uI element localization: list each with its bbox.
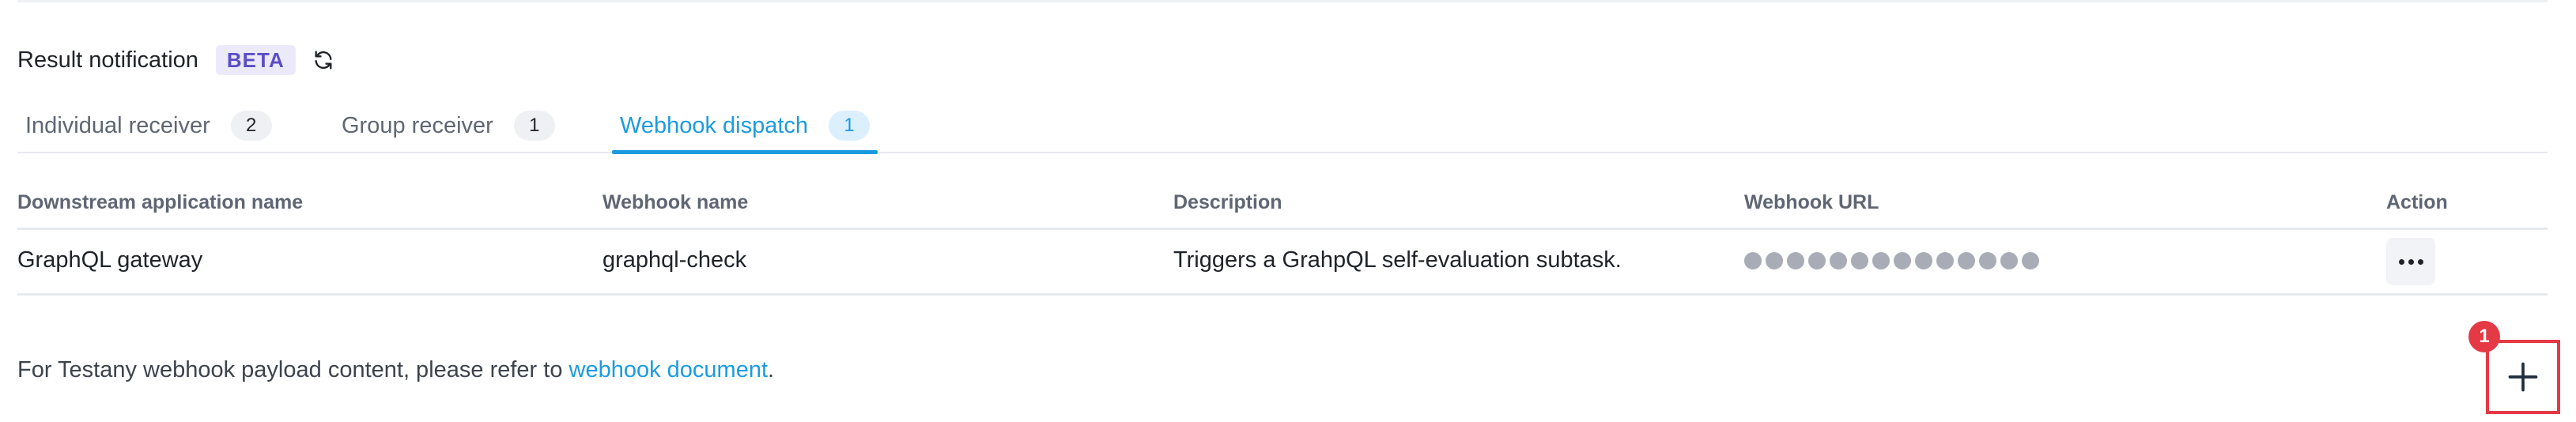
section-header: Result notification BETA: [17, 43, 335, 77]
column-header-action: Action: [2386, 191, 2448, 213]
step-number-badge: 1: [2468, 321, 2500, 352]
more-icon: [2398, 258, 2404, 265]
tab-webhook-dispatch[interactable]: Webhook dispatch 1: [612, 100, 878, 154]
tab-count-badge: 1: [829, 111, 871, 141]
add-webhook-button[interactable]: [2499, 352, 2548, 401]
beta-badge: BETA: [215, 45, 296, 75]
tab-count-badge: 2: [230, 111, 272, 141]
tab-individual-receiver[interactable]: Individual receiver 2: [25, 100, 272, 152]
tab-label: Webhook dispatch: [620, 112, 809, 138]
footer-note: For Testany webhook payload content, ple…: [17, 357, 774, 383]
masked-webhook-url: [1744, 252, 2039, 269]
top-divider: [17, 0, 2548, 2]
tab-group-receiver[interactable]: Group receiver 1: [342, 100, 555, 152]
receiver-tabs: Individual receiver 2 Group receiver 1 W…: [17, 100, 2548, 154]
add-button-highlight: [2486, 340, 2560, 414]
cell-app-name: GraphQL gateway: [17, 247, 203, 273]
column-header-webhook-url: Webhook URL: [1744, 191, 1879, 213]
column-header-description: Description: [1173, 191, 1282, 213]
webhook-document-link[interactable]: webhook document: [569, 357, 769, 382]
footer-text: For Testany webhook payload content, ple…: [17, 357, 569, 382]
footer-period: .: [768, 357, 775, 382]
tab-count-badge: 1: [513, 111, 555, 141]
table-header: Downstream application name Webhook name…: [17, 182, 2548, 230]
table-row: GraphQL gateway graphql-check Triggers a…: [17, 230, 2548, 296]
column-header-webhook-name: Webhook name: [602, 191, 749, 213]
cell-description: Triggers a GrahpQL self-evaluation subta…: [1173, 247, 1622, 273]
section-title: Result notification: [17, 47, 198, 73]
more-actions-button[interactable]: [2386, 238, 2435, 285]
webhook-table: Downstream application name Webhook name…: [17, 182, 2548, 296]
refresh-icon[interactable]: [312, 48, 335, 72]
tab-label: Group receiver: [342, 112, 493, 138]
column-header-app-name: Downstream application name: [17, 191, 304, 213]
tab-label: Individual receiver: [25, 112, 210, 138]
cell-webhook-name: graphql-check: [602, 247, 747, 273]
plus-icon: [2508, 362, 2538, 392]
